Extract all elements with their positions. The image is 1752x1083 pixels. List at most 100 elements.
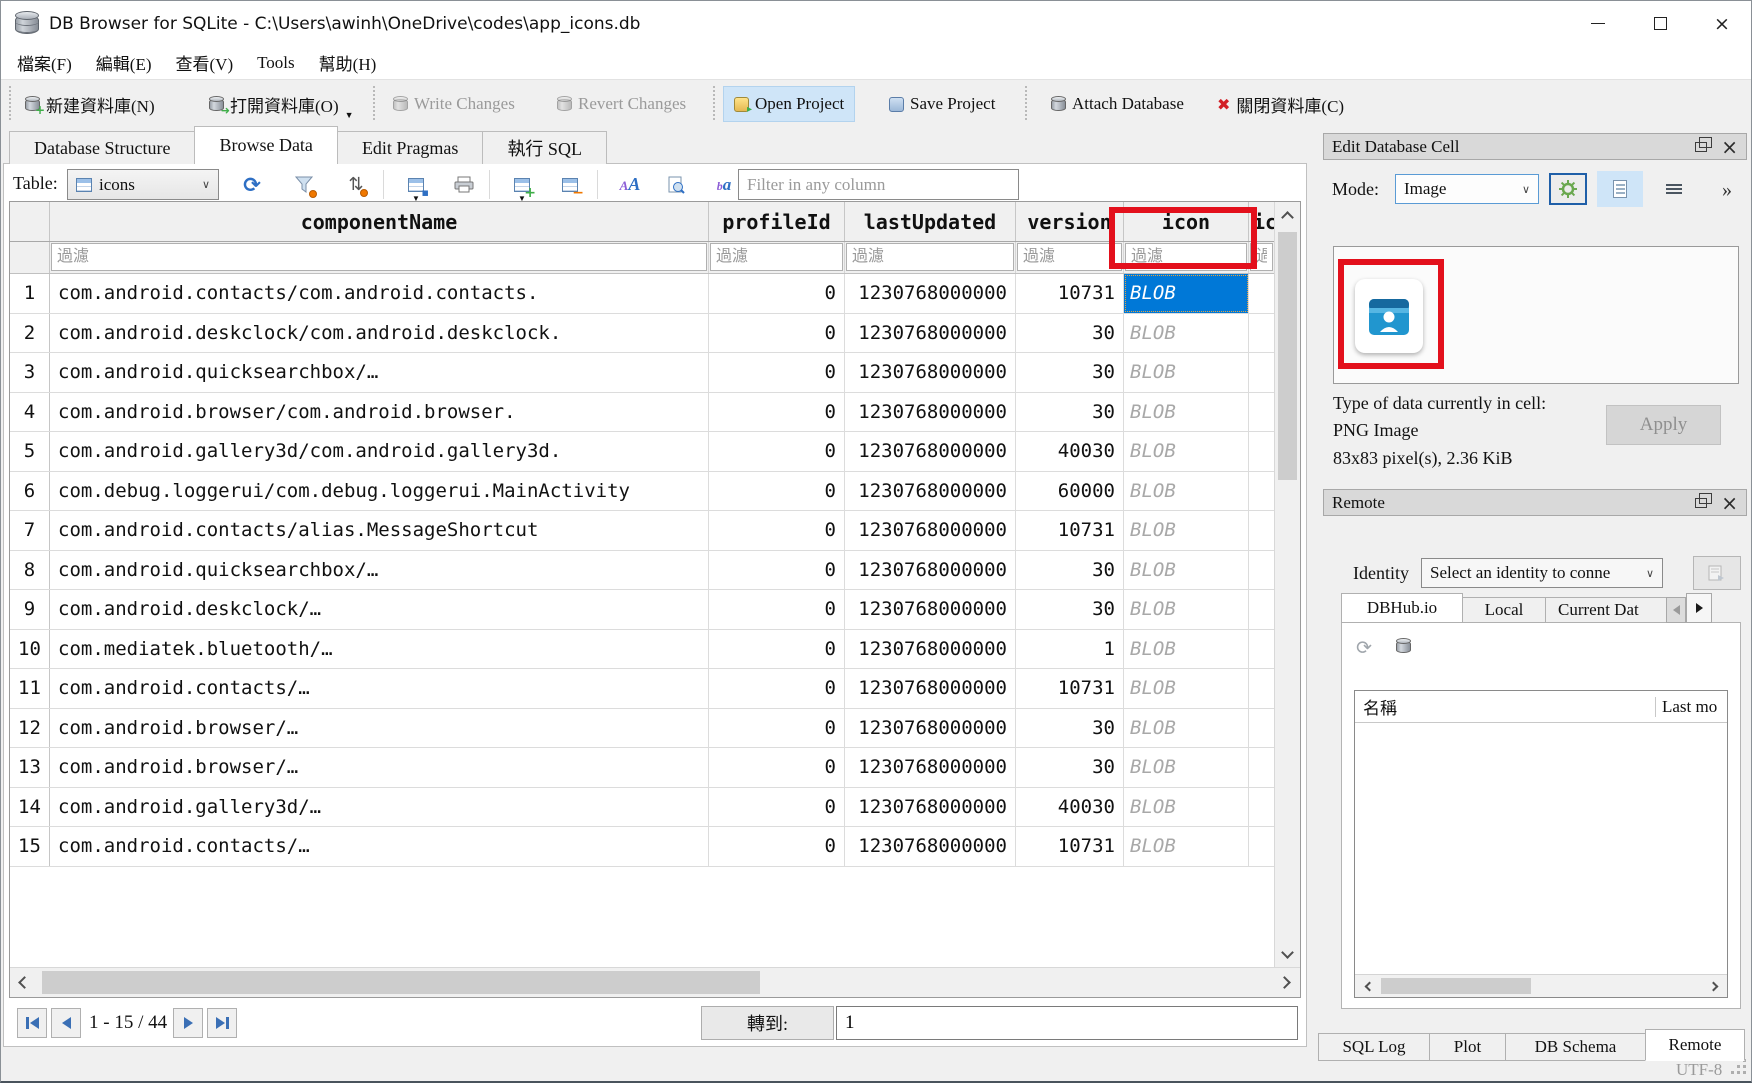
cell-icon-blob[interactable]: BLOB (1124, 827, 1249, 866)
cell-version[interactable]: 40030 (1016, 432, 1124, 471)
menu-tools[interactable]: Tools (245, 50, 307, 76)
minimize-button[interactable] (1567, 1, 1629, 46)
cell-profileId[interactable]: 0 (709, 827, 845, 866)
toolbar-overflow-button[interactable]: » (1709, 175, 1745, 205)
list-column-last-modified[interactable]: Last mo (1655, 697, 1727, 717)
table-row[interactable]: 2 com.android.deskclock/com.android.desk… (10, 314, 1274, 354)
table-row[interactable]: 14 com.android.gallery3d/… 0 12307680000… (10, 788, 1274, 828)
cell-version[interactable]: 1 (1016, 630, 1124, 669)
cell-icon-blob[interactable]: BLOB (1124, 274, 1249, 313)
cell-profileId[interactable]: 0 (709, 472, 845, 511)
table-row[interactable]: 8 com.android.quicksearchbox/… 0 1230768… (10, 551, 1274, 591)
previous-record-button[interactable] (51, 1008, 81, 1038)
cell-profileId[interactable]: 0 (709, 748, 845, 787)
list-column-name[interactable]: 名稱 (1355, 694, 1397, 719)
cell-lastUpdated[interactable]: 1230768000000 (845, 788, 1016, 827)
dock-tab-plot[interactable]: Plot (1429, 1033, 1506, 1061)
cell-partial[interactable] (1249, 788, 1274, 827)
cell-lastUpdated[interactable]: 1230768000000 (845, 511, 1016, 550)
cell-partial[interactable] (1249, 353, 1274, 392)
cell-lastUpdated[interactable]: 1230768000000 (845, 551, 1016, 590)
cell-componentName[interactable]: com.android.contacts/alias.MessageShortc… (50, 511, 709, 550)
new-database-button[interactable]: + 新建資料庫(N) (15, 86, 165, 122)
tab-edit-pragmas[interactable]: Edit Pragmas (337, 131, 484, 164)
maximize-button[interactable] (1629, 1, 1691, 46)
row-number[interactable]: 3 (10, 353, 50, 392)
import-data-button[interactable] (1549, 173, 1587, 205)
row-number[interactable]: 15 (10, 827, 50, 866)
cell-lastUpdated[interactable]: 1230768000000 (845, 432, 1016, 471)
cell-componentName[interactable]: com.android.deskclock/com.android.deskcl… (50, 314, 709, 353)
row-number[interactable]: 8 (10, 551, 50, 590)
cell-componentName[interactable]: com.android.deskclock/… (50, 590, 709, 629)
filter-any-column-input[interactable] (738, 169, 1019, 200)
vertical-scroll-thumb[interactable] (1278, 232, 1297, 480)
row-number[interactable]: 1 (10, 274, 50, 313)
cell-version[interactable]: 60000 (1016, 472, 1124, 511)
scroll-left-button[interactable] (10, 968, 34, 997)
remote-tab-local[interactable]: Local (1462, 597, 1546, 623)
delete-record-button[interactable]: − (549, 168, 591, 201)
cell-componentName[interactable]: com.android.browser/… (50, 748, 709, 787)
first-record-button[interactable] (17, 1008, 47, 1038)
filter-input-componentName[interactable] (51, 243, 707, 271)
menu-view[interactable]: 查看(V) (164, 47, 246, 78)
cell-icon-blob[interactable]: BLOB (1124, 511, 1249, 550)
revert-changes-button[interactable]: Revert Changes (547, 86, 696, 122)
goto-button[interactable]: 轉到: (701, 1006, 834, 1040)
tab-browse-data[interactable]: Browse Data (194, 126, 337, 164)
cell-icon-blob[interactable]: BLOB (1124, 472, 1249, 511)
table-row[interactable]: 3 com.android.quicksearchbox/… 0 1230768… (10, 353, 1274, 393)
cell-profileId[interactable]: 0 (709, 432, 845, 471)
cell-componentName[interactable]: com.debug.loggerui/com.debug.loggerui.Ma… (50, 472, 709, 511)
column-header-componentName[interactable]: componentName (50, 202, 709, 241)
cell-icon-blob[interactable]: BLOB (1124, 709, 1249, 748)
cell-icon-blob[interactable]: BLOB (1124, 432, 1249, 471)
encoding-status[interactable]: UTF-8 (1676, 1060, 1722, 1080)
tab-execute-sql[interactable]: 執行 SQL (482, 131, 607, 164)
cell-lastUpdated[interactable]: 1230768000000 (845, 669, 1016, 708)
word-wrap-button[interactable] (1657, 175, 1691, 205)
dock-tab-remote[interactable]: Remote (1645, 1029, 1745, 1061)
cell-icon-blob[interactable]: BLOB (1124, 788, 1249, 827)
row-number[interactable]: 2 (10, 314, 50, 353)
cell-profileId[interactable]: 0 (709, 709, 845, 748)
cell-profileId[interactable]: 0 (709, 788, 845, 827)
cell-componentName[interactable]: com.android.contacts/… (50, 827, 709, 866)
cell-lastUpdated[interactable]: 1230768000000 (845, 630, 1016, 669)
print-button[interactable] (443, 168, 485, 201)
open-database-dropdown-caret[interactable]: ▼ (345, 110, 354, 120)
cell-version[interactable]: 30 (1016, 393, 1124, 432)
remote-upload-db-icon[interactable] (1396, 638, 1411, 655)
cell-componentName[interactable]: com.android.gallery3d/com.android.galler… (50, 432, 709, 471)
remote-tab-dbhub[interactable]: DBHub.io (1341, 593, 1463, 623)
row-number[interactable]: 6 (10, 472, 50, 511)
cell-version[interactable]: 10731 (1016, 274, 1124, 313)
cell-icon-blob[interactable]: BLOB (1124, 630, 1249, 669)
dock-tab-sql-log[interactable]: SQL Log (1318, 1033, 1430, 1061)
scroll-left-button[interactable] (1357, 975, 1377, 997)
cell-icon-blob[interactable]: BLOB (1124, 314, 1249, 353)
cell-icon-blob[interactable]: BLOB (1124, 551, 1249, 590)
cell-lastUpdated[interactable]: 1230768000000 (845, 393, 1016, 432)
write-changes-button[interactable]: Write Changes (383, 86, 525, 122)
filter-input-version[interactable] (1017, 243, 1122, 271)
cell-profileId[interactable]: 0 (709, 590, 845, 629)
cell-lastUpdated[interactable]: 1230768000000 (845, 472, 1016, 511)
cell-componentName[interactable]: com.android.contacts/com.android.contact… (50, 274, 709, 313)
cell-componentName[interactable]: com.android.quicksearchbox/… (50, 551, 709, 590)
float-dock-icon[interactable] (1695, 498, 1707, 508)
scroll-right-button[interactable] (1705, 975, 1725, 997)
cell-partial[interactable] (1249, 551, 1274, 590)
column-header-partial[interactable]: ic (1249, 202, 1274, 241)
cell-lastUpdated[interactable]: 1230768000000 (845, 827, 1016, 866)
filter-input-profileId[interactable] (710, 243, 843, 271)
cell-version[interactable]: 10731 (1016, 827, 1124, 866)
cell-profileId[interactable]: 0 (709, 669, 845, 708)
clear-filters-button[interactable] (283, 168, 325, 201)
table-row[interactable]: 5 com.android.gallery3d/com.android.gall… (10, 432, 1274, 472)
cell-icon-blob[interactable]: BLOB (1124, 669, 1249, 708)
row-number[interactable]: 13 (10, 748, 50, 787)
cell-componentName[interactable]: com.android.contacts/… (50, 669, 709, 708)
column-header-version[interactable]: version (1016, 202, 1124, 241)
